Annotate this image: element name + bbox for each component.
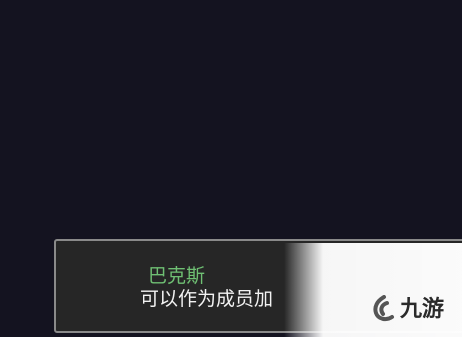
speaker-name: 巴克斯 — [148, 265, 206, 287]
jiuyou-logo-icon — [373, 295, 394, 322]
watermark-text: 九游 — [400, 297, 445, 322]
watermark: 九游 — [284, 243, 462, 337]
game-screen: 巴克斯 可以作为成员加 九游 — [0, 0, 462, 337]
dialog-text: 可以作为成员加 — [140, 288, 274, 310]
